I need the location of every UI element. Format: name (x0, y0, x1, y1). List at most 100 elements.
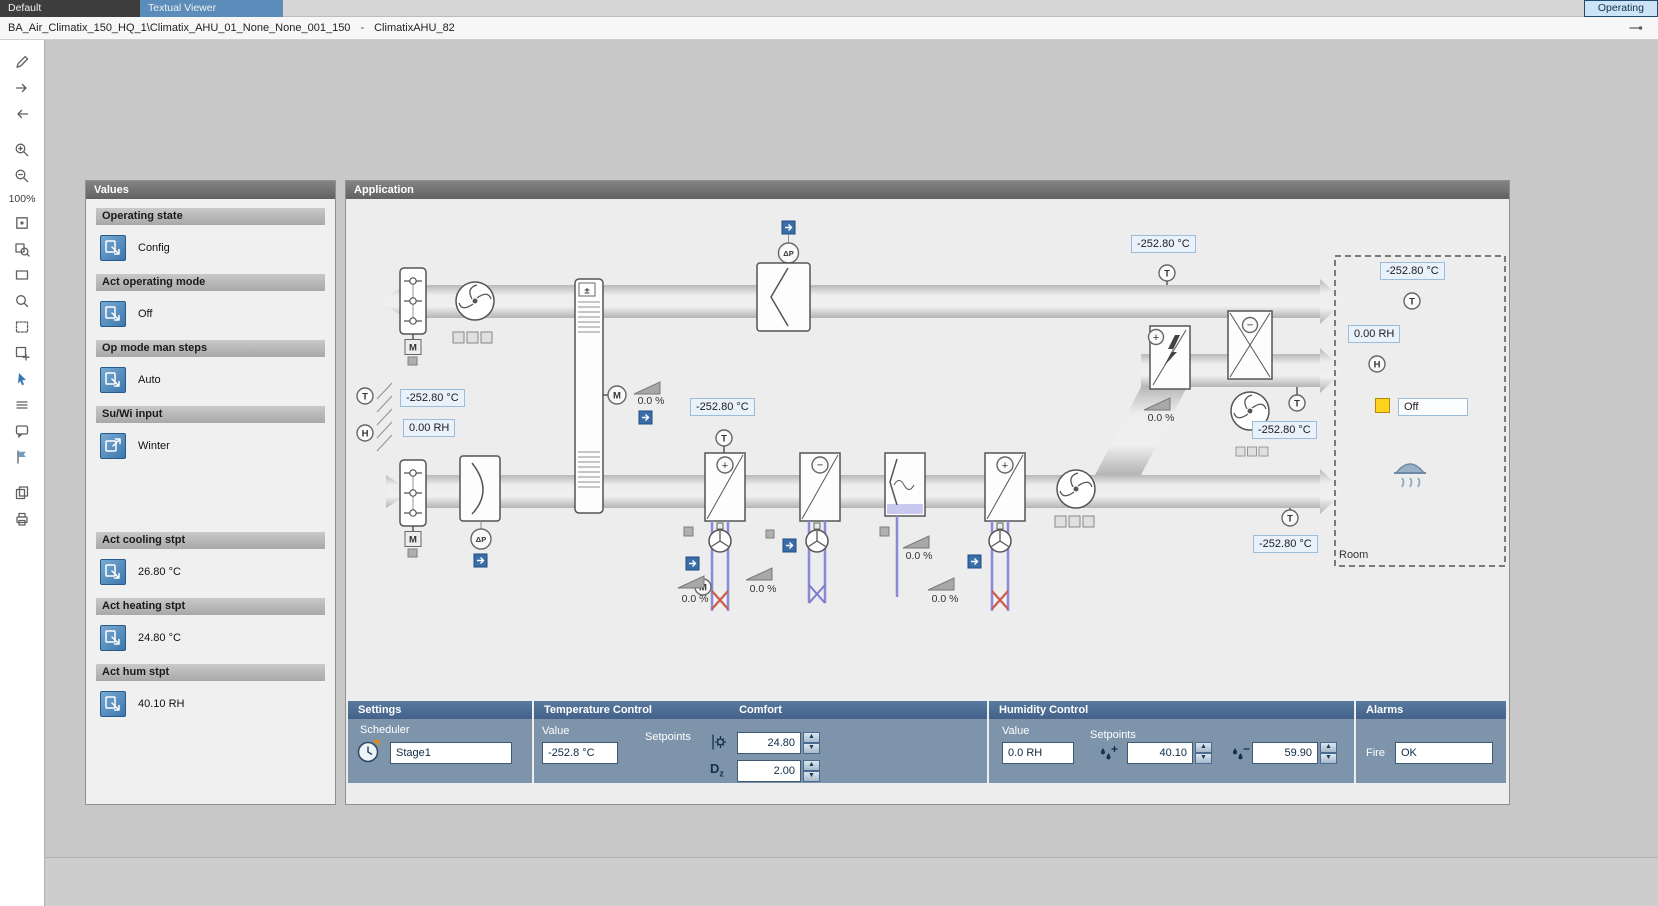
value-row: 40.10 RH (100, 691, 325, 717)
control-bar: Settings Scheduler Stage1 Temperature Co… (348, 701, 1508, 783)
settings-section: Settings Scheduler Stage1 (348, 701, 532, 783)
marquee-select-icon[interactable] (0, 319, 44, 335)
scheduler-clock-icon[interactable] (356, 738, 382, 764)
zoom-level: 100% (0, 193, 44, 205)
deadband-setpoint-field[interactable]: 2.00 (737, 760, 801, 782)
zoom-original-icon[interactable] (0, 215, 44, 231)
exhaust-temp-sensor: T (1159, 265, 1175, 285)
deadband-setpoint-stepper[interactable]: ▲ ▼ (803, 760, 820, 782)
scheduler-label: Scheduler (360, 724, 410, 736)
room-supply-temp-reading: -252.80 °C (1252, 421, 1317, 439)
comfort-setpoint-field[interactable]: 24.80 (737, 732, 801, 754)
zoom-out-icon[interactable] (0, 168, 44, 184)
supply-temp-reading: -252.80 °C (690, 398, 755, 416)
value-row: 26.80 °C (100, 559, 325, 585)
layers-icon[interactable] (0, 397, 44, 413)
value-row: Auto (100, 367, 325, 393)
exhaust-damper (400, 268, 426, 365)
humidify-setpoint-stepper[interactable]: ▲ ▼ (1195, 742, 1212, 764)
value-row: 24.80 °C (100, 625, 325, 651)
outside-sensors: T H (357, 383, 392, 451)
operator-command-icon[interactable] (100, 433, 126, 459)
pointer-select-icon[interactable] (0, 371, 44, 387)
value-label: 24.80 °C (138, 632, 181, 644)
value-group-header: Su/Wi input (96, 406, 325, 423)
svg-text:T: T (1164, 269, 1170, 280)
temperature-section: Temperature Control Comfort Value -252.8… (534, 701, 987, 783)
increment-button[interactable]: ▲ (803, 760, 820, 771)
value-label: Winter (138, 440, 170, 452)
humidity-sensor-icon: H (362, 429, 369, 440)
note-icon[interactable] (0, 423, 44, 439)
comfort-setpoint-stepper[interactable]: ▲ ▼ (803, 732, 820, 754)
dehumidify-setpoint-field[interactable]: 59.90 (1252, 742, 1318, 764)
dp-sensor-icon: ΔP (476, 535, 486, 544)
override-icon (474, 554, 487, 567)
decrement-button[interactable]: ▼ (803, 743, 820, 754)
tab-default[interactable]: Default (0, 0, 140, 17)
select-rect-icon[interactable] (0, 267, 44, 283)
breadcrumb-path: BA_Air_Climatix_150_HQ_1\Climatix_AHU_01… (8, 22, 350, 34)
svg-text:T: T (1294, 399, 1300, 410)
svg-text:−: − (1247, 320, 1253, 332)
dehumidify-setpoint-stepper[interactable]: ▲ ▼ (1320, 742, 1337, 764)
operator-command-icon[interactable] (100, 235, 126, 261)
dehumidify-icon (1229, 744, 1251, 764)
application-panel-title: Application (346, 181, 1509, 199)
operator-command-icon[interactable] (100, 301, 126, 327)
back-arrow-icon[interactable] (0, 106, 44, 122)
humidity-section: Humidity Control Value 0.0 RH Setpoints … (989, 701, 1354, 783)
svg-text:T: T (1287, 514, 1293, 525)
increment-button[interactable]: ▲ (803, 732, 820, 743)
flag-icon[interactable] (0, 449, 44, 465)
humidity-value-label: Value (1002, 725, 1029, 737)
humidify-setpoint-field[interactable]: 40.10 (1127, 742, 1193, 764)
override-icon (686, 557, 699, 570)
override-icon (639, 411, 652, 424)
zoom-in-icon[interactable] (0, 142, 44, 158)
heating-valve-percent: 0.0 % (673, 593, 717, 605)
increment-button[interactable]: ▲ (1320, 742, 1337, 753)
humidity-header: Humidity Control (989, 701, 1354, 719)
zoom-selection-icon[interactable] (0, 241, 44, 257)
scheduler-field[interactable]: Stage1 (390, 742, 512, 764)
value-group-header: Act operating mode (96, 274, 325, 291)
room-humidity-sensor-icon: H (1374, 360, 1381, 371)
alarms-header: Alarms (1356, 701, 1506, 719)
copy-pages-icon[interactable] (0, 485, 44, 501)
svg-text:±: ± (584, 286, 589, 297)
operating-mode-button[interactable]: Operating (1584, 0, 1658, 17)
zoom-window-icon[interactable] (0, 293, 44, 309)
decrement-button[interactable]: ▼ (803, 771, 820, 782)
breadcrumb-separator: - (360, 22, 364, 34)
room-damper: − (1228, 311, 1272, 379)
pin-icon[interactable] (1628, 23, 1644, 33)
tab-bar-filler (283, 0, 1584, 17)
edit-pen-icon[interactable] (0, 54, 44, 70)
breadcrumb: BA_Air_Climatix_150_HQ_1\Climatix_AHU_01… (0, 17, 1658, 40)
value-row: Config (100, 235, 325, 261)
reheater-valve-percent: 0.0 % (923, 593, 967, 605)
operator-command-icon[interactable] (100, 559, 126, 585)
electric-heater-percent: 0.0 % (1139, 412, 1183, 424)
decrement-button[interactable]: ▼ (1320, 753, 1337, 764)
print-icon[interactable] (0, 511, 44, 527)
temp-sensor-icon: T (362, 392, 368, 403)
humidifier-percent: 0.0 % (897, 550, 941, 562)
humidify-icon (1097, 744, 1119, 764)
operator-command-icon[interactable] (100, 691, 126, 717)
increment-button[interactable]: ▲ (1195, 742, 1212, 753)
application-window: Default Textual Viewer Operating BA_Air_… (0, 0, 1658, 906)
value-group-header: Act hum stpt (96, 664, 325, 681)
tab-textual-viewer[interactable]: Textual Viewer (140, 0, 283, 17)
operator-command-icon[interactable] (100, 367, 126, 393)
comfort-header: Comfort (534, 701, 987, 719)
forward-arrow-icon[interactable] (0, 80, 44, 96)
add-viewport-icon[interactable] (0, 345, 44, 361)
fire-label: Fire (1366, 747, 1385, 759)
decrement-button[interactable]: ▼ (1195, 753, 1212, 764)
extract-temp-reading: -252.80 °C (1253, 535, 1318, 553)
viewer-toolbar: 100% (0, 40, 45, 906)
operator-command-icon[interactable] (100, 625, 126, 651)
viewer-workspace: Values Operating state Config Act operat… (45, 40, 1658, 906)
